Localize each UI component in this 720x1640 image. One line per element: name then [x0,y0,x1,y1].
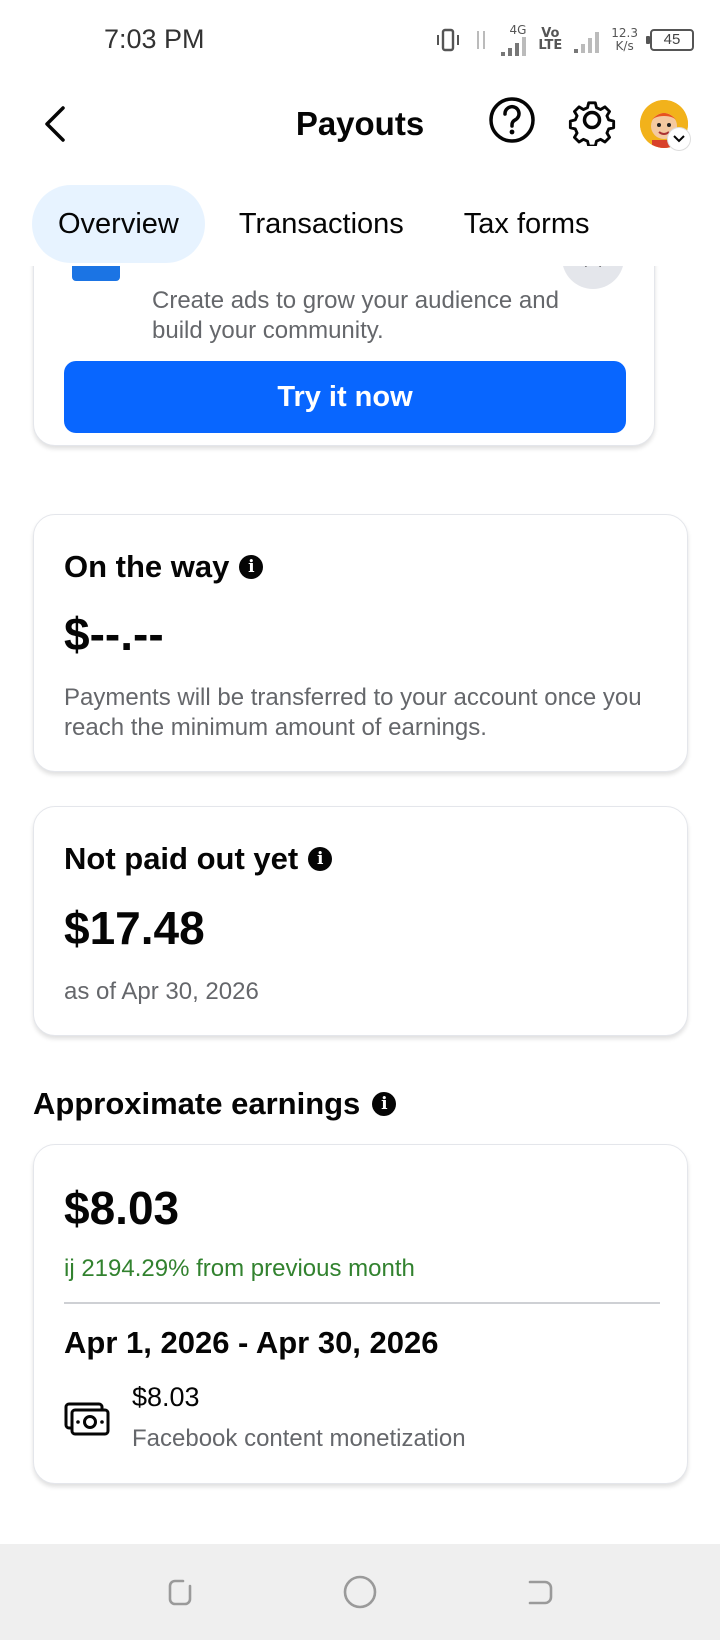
not-paid-amount: $17.48 [64,902,205,954]
not-paid-card: Not paid out yet i $17.48 as of Apr 30, … [33,806,688,1036]
not-paid-title: Not paid out yet i [64,841,333,877]
on-the-way-amount: $--.-- [64,608,164,660]
status-time: 7:03 PM [104,24,205,54]
net-speed-unit: K/s [615,39,634,53]
battery-icon: 45 [646,29,694,51]
money-icon [64,1402,110,1436]
net-4g-label: 4G [509,23,527,37]
chevron-down-icon [673,135,685,143]
info-icon[interactable]: i [239,555,264,579]
tab-tax-forms[interactable]: Tax forms [438,185,616,263]
tab-bar: Overview Transactions Tax forms [0,182,720,266]
vibrate-icon [437,28,460,52]
help-button[interactable] [486,94,538,146]
on-the-way-label: On the way [64,549,230,584]
date-range: Apr 1, 2026 - Apr 30, 2026 [64,1325,439,1360]
recents-icon [168,1579,192,1606]
status-icons: 4G Vo LTE 12.3 K/s 45 [435,22,694,58]
growth-text: ij 2194.29% from previous month [64,1255,415,1282]
on-the-way-card: On the way i $--.-- Payments will be tra… [33,514,688,772]
close-icon [585,266,601,267]
payouts-content[interactable]: Create ads to grow your audience and bui… [0,266,720,1544]
promo-card: Create ads to grow your audience and bui… [33,266,655,446]
on-the-way-description: Payments will be transferred to your acc… [64,684,642,741]
settings-button[interactable] [566,94,618,148]
app-header: Payouts [0,80,720,170]
try-it-now-button[interactable]: Try it now [64,361,626,433]
net-speed: 12.3 K/s [611,27,638,53]
not-paid-label: Not paid out yet [64,841,299,876]
tab-overview[interactable]: Overview [32,185,205,263]
signal-bars-icon [501,36,527,56]
earnings-amount: $8.03 [64,1182,180,1234]
promo-text: Create ads to grow your audience and bui… [152,287,559,344]
back-nav-button[interactable] [520,1572,560,1612]
info-icon[interactable]: i [372,1092,397,1116]
status-bar: 7:03 PM 4G Vo LTE 12.3 K/s 45 [0,0,720,80]
approx-earnings-title: Approximate earnings i [33,1086,397,1122]
gear-icon [568,101,616,148]
approx-earnings-label: Approximate earnings [33,1086,361,1121]
signal-bars-2-icon [574,27,600,53]
volte-indicator: Vo LTE [538,27,563,53]
system-nav-bar [0,1544,720,1640]
monetization-amount: $8.03 [132,1382,200,1412]
home-button[interactable] [340,1572,380,1612]
info-icon[interactable]: i [308,847,333,871]
back-nav-icon [528,1580,553,1605]
tab-transactions[interactable]: Transactions [213,185,430,263]
data-arrows-icon [477,31,486,49]
volte-bottom: LTE [538,38,563,53]
home-circle-icon [343,1575,377,1609]
approx-earnings-card[interactable]: $8.03 ij 2194.29% from previous month Ap… [33,1144,688,1484]
divider [64,1302,660,1304]
monetization-label: Facebook content monetization [132,1425,466,1452]
signal-4g: 4G [501,23,527,56]
on-the-way-title: On the way i [64,549,264,585]
not-paid-as-of: as of Apr 30, 2026 [64,978,259,1005]
question-circle-icon [489,97,535,143]
ads-icon [72,266,120,281]
account-switcher-button[interactable] [668,128,690,150]
recents-button[interactable] [160,1572,200,1612]
